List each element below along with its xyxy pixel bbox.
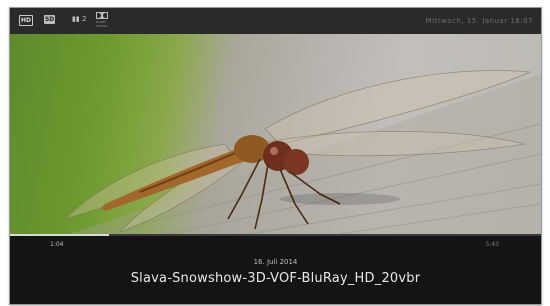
dolby-icon: DOLBY DIGITAL	[96, 12, 110, 28]
clock-display: Mittwoch, 15. Januar 18:07	[425, 17, 533, 25]
recording-title: Slava-Snowshow-3D-VOF-BluRay_HD_20vbr	[130, 271, 421, 286]
status-bar: HD SD ▮▮ 2 DOLBY DIGITAL Mittwoch, 15. J…	[10, 8, 541, 34]
video-image	[63, 70, 541, 234]
dolby-label: DOLBY DIGITAL	[96, 20, 108, 28]
progress-fill	[10, 234, 110, 236]
video-frame	[10, 34, 541, 234]
recording-date: 16. Juli 2014	[253, 258, 298, 266]
tv-screen: HD SD ▮▮ 2 DOLBY DIGITAL Mittwoch, 15. J…	[10, 8, 541, 304]
speaker-glyph: ▮▮	[72, 15, 80, 23]
progress-bar[interactable]	[10, 234, 541, 236]
eye-right	[283, 149, 309, 175]
sd-icon: SD	[44, 15, 55, 24]
eye-highlight	[270, 147, 278, 155]
total-time: 5:43	[485, 241, 499, 248]
shadow	[280, 193, 400, 205]
audio-channels-icon: ▮▮ 2	[72, 16, 86, 23]
elapsed-time: 1:04	[50, 241, 64, 248]
hd-icon: HD	[19, 15, 33, 26]
info-panel	[10, 236, 541, 304]
dolby-logo	[96, 12, 108, 19]
audio-channel-count: 2	[81, 15, 87, 23]
